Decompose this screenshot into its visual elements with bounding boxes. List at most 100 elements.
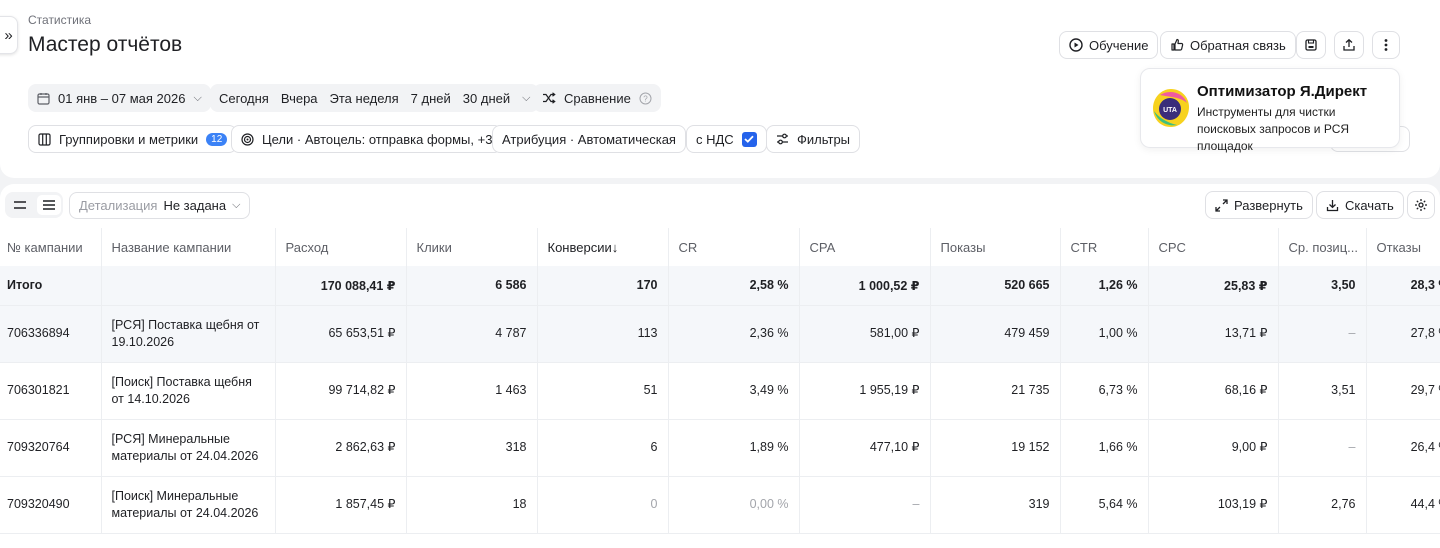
column-header[interactable]: Показы bbox=[930, 228, 1061, 266]
goals-selector[interactable]: Цели · Автоцель: отправка формы, +3 bbox=[231, 125, 503, 153]
table-row[interactable]: 706301821 [Поиск] Поставка щебня от 14.1… bbox=[0, 362, 1440, 420]
filters-button[interactable]: Фильтры bbox=[766, 125, 861, 153]
table-cell: 44,4 % bbox=[1366, 476, 1440, 534]
sidebar-expand-button[interactable]: » bbox=[0, 16, 18, 54]
table-cell: 103,19 ₽ bbox=[1148, 476, 1279, 534]
more-button[interactable] bbox=[1372, 31, 1400, 59]
table-cell: 3,49 % bbox=[668, 362, 800, 420]
table-cell: [Поиск] Минеральные материалы от 24.04.2… bbox=[101, 476, 276, 534]
table-cell: 319 bbox=[930, 476, 1061, 534]
groupings-count-badge: 12 bbox=[206, 132, 228, 146]
table-cell: Итого bbox=[0, 266, 102, 306]
table-row[interactable]: 709320490 [Поиск] Минеральные материалы … bbox=[0, 476, 1440, 534]
table-cell: – bbox=[799, 476, 931, 534]
table-cell: 581,00 ₽ bbox=[799, 305, 931, 363]
normal-view-icon[interactable] bbox=[36, 195, 61, 215]
table-cell: 28,3 % bbox=[1366, 266, 1440, 306]
table-cell: 0 bbox=[537, 476, 669, 534]
attribution-selector[interactable]: Атрибуция · Автоматическая bbox=[492, 125, 686, 153]
table-cell: 170 088,41 ₽ bbox=[275, 266, 407, 306]
column-header[interactable]: CTR bbox=[1060, 228, 1149, 266]
breadcrumb[interactable]: Статистика bbox=[28, 13, 91, 27]
table-header-row: № кампании Название кампании Расход Клик… bbox=[0, 228, 1440, 266]
table-cell: 2 862,63 ₽ bbox=[275, 419, 407, 477]
expand-button[interactable]: Развернуть bbox=[1205, 191, 1313, 219]
table-row[interactable]: 706336894 [РСЯ] Поставка щебня от 19.10.… bbox=[0, 305, 1440, 363]
column-header[interactable]: № кампании bbox=[0, 228, 102, 266]
table-cell: [Поиск] Поставка щебня от 14.10.2026 bbox=[101, 362, 276, 420]
table-cell: 318 bbox=[406, 419, 538, 477]
shuffle-icon bbox=[543, 92, 556, 104]
table-cell: 2,58 % bbox=[668, 266, 800, 306]
column-header[interactable]: Отказы bbox=[1366, 228, 1440, 266]
feedback-button[interactable]: Обратная связь bbox=[1160, 31, 1296, 59]
detail-selector[interactable]: Детализация Не задана ⌵ bbox=[69, 192, 251, 219]
gear-icon bbox=[1415, 199, 1427, 211]
svg-text:?: ? bbox=[643, 94, 648, 103]
promo-title: Оптимизатор Я.Директ bbox=[1197, 83, 1368, 100]
table-cell: 2,36 % bbox=[668, 305, 800, 363]
column-header[interactable]: Расход bbox=[275, 228, 407, 266]
table-cell: 29,7 % bbox=[1366, 362, 1440, 420]
save-icon bbox=[1305, 39, 1317, 51]
period-yesterday[interactable]: Вчера bbox=[281, 91, 318, 106]
table-cell: 4 787 bbox=[406, 305, 538, 363]
table-settings-button[interactable] bbox=[1407, 191, 1435, 219]
download-button[interactable]: Скачать bbox=[1316, 191, 1404, 219]
period-7-days[interactable]: 7 дней bbox=[411, 91, 451, 106]
promo-popup[interactable]: UTA Оптимизатор Я.Директ Инструменты для… bbox=[1140, 68, 1400, 153]
table-cell: 170 bbox=[537, 266, 669, 306]
table-cell: 1 000,52 ₽ bbox=[799, 266, 931, 306]
table-cell: 477,10 ₽ bbox=[799, 419, 931, 477]
table-cell: 2,76 bbox=[1278, 476, 1367, 534]
table-cell: 21 735 bbox=[930, 362, 1061, 420]
tutorial-button[interactable]: Обучение bbox=[1059, 31, 1159, 59]
column-header[interactable]: CPA bbox=[799, 228, 931, 266]
vat-checkbox[interactable]: с НДС bbox=[686, 125, 767, 153]
page-title: Мастер отчётов bbox=[28, 33, 183, 56]
download-icon bbox=[1326, 199, 1339, 211]
column-header-sorted[interactable]: Конверсии↓ bbox=[537, 228, 669, 266]
column-header[interactable]: Клики bbox=[406, 228, 538, 266]
groupings-metrics-button[interactable]: Группировки и метрики 12 bbox=[28, 125, 238, 153]
table-cell: 1,89 % bbox=[668, 419, 800, 477]
chevron-down-icon[interactable]: ⌵ bbox=[522, 92, 530, 105]
help-icon[interactable]: ? bbox=[639, 92, 652, 105]
chevron-down-icon: ⌵ bbox=[193, 91, 202, 104]
compare-toggle[interactable]: Сравнение ? bbox=[533, 84, 661, 112]
period-this-week[interactable]: Эта неделя bbox=[330, 91, 399, 106]
table-cell: 13,71 ₽ bbox=[1148, 305, 1279, 363]
sort-arrow-icon: ↓ bbox=[611, 239, 619, 255]
table-cell: 706301821 bbox=[0, 362, 102, 420]
sliders-icon bbox=[777, 133, 788, 145]
table-cell: 1,00 % bbox=[1060, 305, 1149, 363]
column-header[interactable]: Ср. позиц... bbox=[1278, 228, 1367, 266]
table-cell: 6 586 bbox=[406, 266, 538, 306]
compact-view-icon[interactable] bbox=[8, 195, 32, 215]
expand-icon bbox=[1215, 198, 1228, 212]
table-cell: 113 bbox=[537, 305, 669, 363]
period-today[interactable]: Сегодня bbox=[219, 91, 269, 106]
table-cell: 68,16 ₽ bbox=[1148, 362, 1279, 420]
play-circle-icon bbox=[1069, 38, 1083, 52]
table-cell: 0,00 % bbox=[668, 476, 800, 534]
share-button[interactable] bbox=[1334, 31, 1364, 59]
thumbs-up-icon bbox=[1171, 38, 1184, 51]
column-header[interactable]: Название кампании bbox=[101, 228, 276, 266]
table-cell: 479 459 bbox=[930, 305, 1061, 363]
svg-text:UTA: UTA bbox=[1163, 107, 1177, 114]
table-cell: 1,26 % bbox=[1060, 266, 1149, 306]
table-cell: 709320764 bbox=[0, 419, 102, 477]
period-30-days[interactable]: 30 дней bbox=[463, 91, 510, 106]
column-header[interactable]: CPC bbox=[1148, 228, 1279, 266]
date-range-picker[interactable]: 01 янв – 07 мая 2026 ⌵ bbox=[28, 84, 211, 112]
table-cell: 520 665 bbox=[930, 266, 1061, 306]
save-report-button[interactable] bbox=[1296, 31, 1326, 59]
density-toggle bbox=[5, 192, 63, 218]
table-cell: 51 bbox=[537, 362, 669, 420]
table-row[interactable]: 709320764 [РСЯ] Минеральные материалы от… bbox=[0, 419, 1440, 477]
checkmark-icon bbox=[741, 131, 757, 147]
table-cell: 19 152 bbox=[930, 419, 1061, 477]
column-header[interactable]: CR bbox=[668, 228, 800, 266]
table-cell: 1 857,45 ₽ bbox=[275, 476, 407, 534]
